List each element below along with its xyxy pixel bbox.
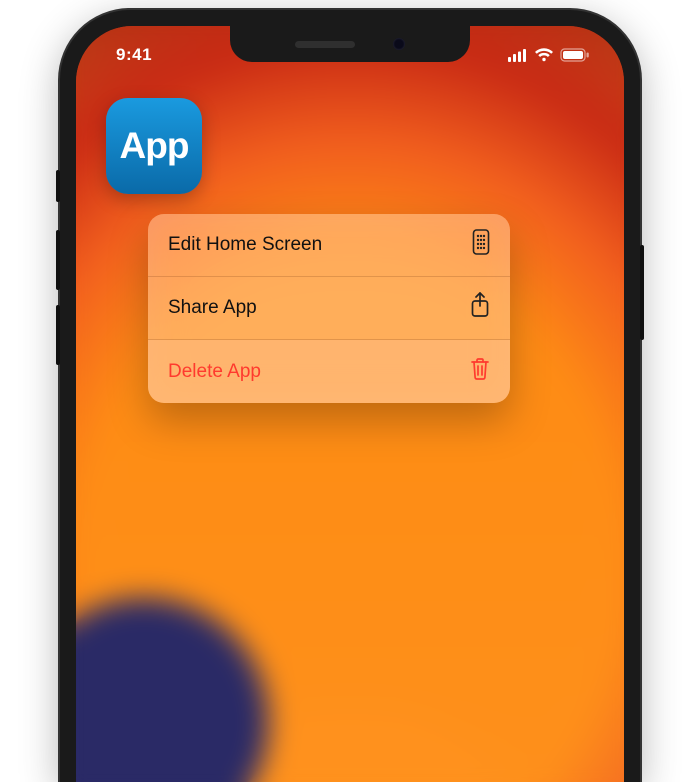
context-menu: Edit Home Screen Share App bbox=[148, 214, 510, 403]
speaker-grille bbox=[295, 41, 355, 48]
status-right bbox=[508, 48, 590, 62]
menu-item-delete-app[interactable]: Delete App bbox=[148, 340, 510, 403]
notch bbox=[230, 26, 470, 62]
volume-up-btn bbox=[56, 230, 60, 290]
cellular-icon bbox=[508, 49, 528, 62]
front-camera bbox=[393, 38, 405, 50]
menu-item-label: Edit Home Screen bbox=[168, 234, 322, 256]
screen: 9:41 bbox=[76, 26, 624, 782]
volume-down-btn bbox=[56, 305, 60, 365]
app-icon-label: App bbox=[120, 125, 189, 167]
phone-frame: 9:41 bbox=[60, 10, 640, 782]
trash-icon bbox=[470, 357, 490, 387]
menu-item-edit-home-screen[interactable]: Edit Home Screen bbox=[148, 214, 510, 277]
mute-switch bbox=[56, 170, 60, 202]
side-button bbox=[640, 245, 644, 340]
battery-icon bbox=[560, 48, 590, 62]
menu-item-label: Delete App bbox=[168, 361, 261, 383]
share-icon bbox=[470, 292, 490, 324]
home-screen-icon bbox=[472, 229, 490, 261]
menu-item-label: Share App bbox=[168, 297, 257, 319]
app-icon[interactable]: App bbox=[106, 98, 202, 194]
wifi-icon bbox=[534, 48, 554, 62]
menu-item-share-app[interactable]: Share App bbox=[148, 277, 510, 340]
status-time: 9:41 bbox=[116, 45, 152, 65]
